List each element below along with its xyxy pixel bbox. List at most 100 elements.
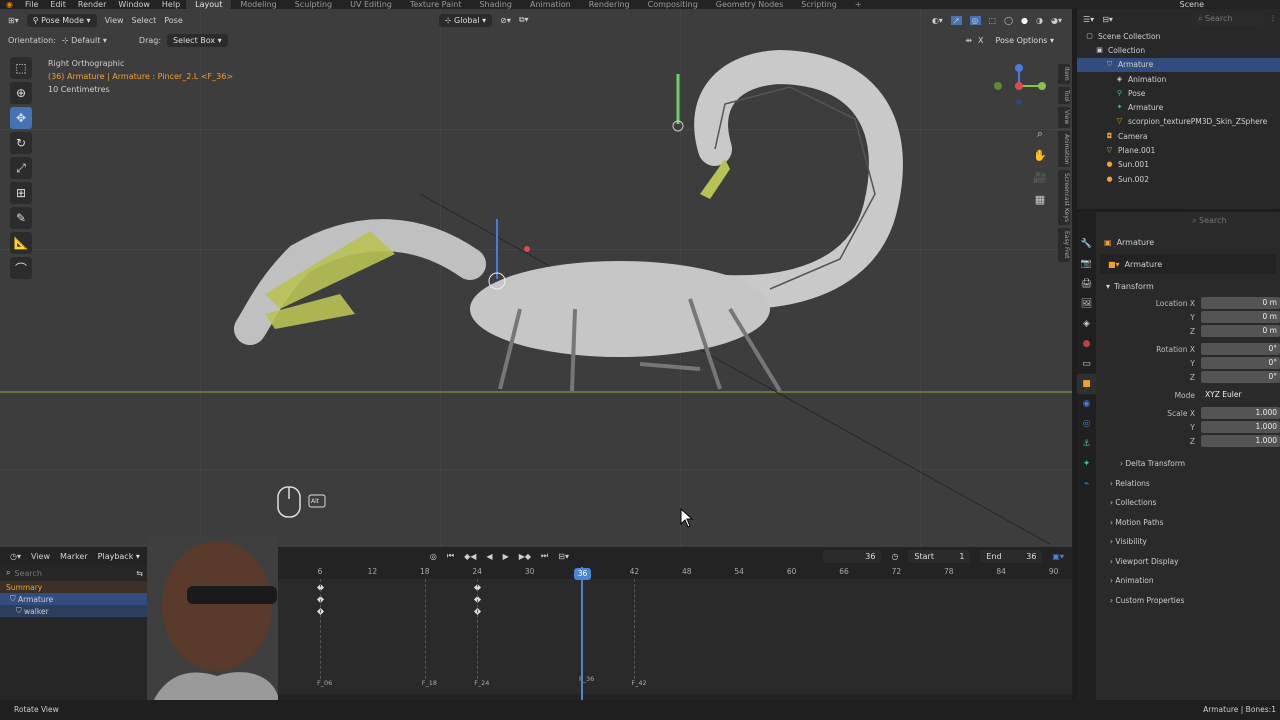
rotation-mode-dropdown[interactable]: XYZ Euler	[1201, 389, 1280, 401]
view-layer-tab-icon[interactable]: 🖼	[1077, 294, 1096, 314]
outliner-row[interactable]: ● Sun.002	[1077, 172, 1280, 186]
sidebar-tab-screencast-keys[interactable]: Screencast Keys	[1058, 170, 1070, 226]
scorpion-armature-scene[interactable]	[0, 9, 1072, 547]
jump-end-icon[interactable]: ⏭	[541, 551, 548, 561]
transform-panel-header[interactable]: ▾ Transform	[1096, 276, 1280, 296]
channel-search[interactable]: ⌕ Search ⇆	[0, 565, 147, 581]
modifier-tab-icon[interactable]: ◉	[1077, 394, 1096, 414]
playhead[interactable]	[581, 567, 583, 700]
timeline-marker[interactable]: F_18	[422, 679, 437, 687]
physics-tab-icon[interactable]: ◎	[1077, 414, 1096, 434]
outliner-row[interactable]: ▽ scorpion_texturePM3D_Skin_ZSphere	[1077, 115, 1280, 129]
outliner-row[interactable]: ⛉ Armature	[1077, 57, 1280, 72]
outliner-row[interactable]: ▢ Scene Collection	[1077, 29, 1280, 43]
workspace-tab-animation[interactable]: Animation	[521, 0, 580, 9]
workspace-tab-rendering[interactable]: Rendering	[580, 0, 639, 9]
scale-z-field[interactable]: 1.000	[1201, 435, 1280, 447]
workspace-tab-shading[interactable]: Shading	[470, 0, 521, 9]
object-name-field[interactable]: ■▾ Armature	[1100, 254, 1276, 274]
outliner-row[interactable]: ▣ Collection	[1077, 43, 1280, 57]
navigation-gizmo[interactable]	[988, 64, 1050, 126]
tool-tab-icon[interactable]: 🔧	[1077, 234, 1096, 254]
section-custom-properties[interactable]: › Custom Properties	[1096, 591, 1280, 611]
sidebar-tab-item[interactable]: Item	[1058, 64, 1070, 84]
constraint-tab-icon[interactable]: ⚓	[1077, 434, 1096, 454]
timeline-menu-playback[interactable]: Playback ▾	[98, 552, 140, 561]
data-tab-icon[interactable]: ✦	[1077, 454, 1096, 474]
display-mode-icon[interactable]: ⊟▾	[1102, 15, 1113, 24]
view-options-icon[interactable]: ▣▾	[1052, 552, 1064, 561]
outliner-search-input[interactable]: ⌕ Search	[1192, 12, 1264, 26]
timeline-ruler[interactable]: 6 12 18 24 30 36 42 48 54 60 66 72 78 84 90	[278, 567, 1072, 579]
section-relations[interactable]: › Relations	[1096, 474, 1280, 494]
location-z-field[interactable]: 0 m	[1201, 325, 1280, 337]
outliner-row[interactable]: ▽ Plane.001	[1077, 143, 1280, 157]
workspace-tab-geometry-nodes[interactable]: Geometry Nodes	[707, 0, 792, 9]
filter-icon[interactable]: ⫶	[1272, 14, 1274, 24]
zoom-icon[interactable]: ⌕	[1032, 127, 1048, 143]
section-delta-transform[interactable]: › Delta Transform	[1096, 454, 1280, 474]
timeline-menu-marker[interactable]: Marker	[60, 552, 88, 561]
workspace-tab-layout[interactable]: Layout	[186, 0, 232, 9]
section-viewport-display[interactable]: › Viewport Display	[1096, 552, 1280, 572]
auto-key-icon[interactable]: ◎	[430, 552, 437, 561]
scene-selector[interactable]: Scene	[1174, 0, 1210, 9]
perspective-grid-icon[interactable]: ▦	[1032, 193, 1048, 209]
clock-icon[interactable]: ◷	[891, 552, 898, 561]
next-keyframe-icon[interactable]: ▶◆	[519, 552, 531, 561]
workspace-tab-uv-editing[interactable]: UV Editing	[341, 0, 401, 9]
menu-file[interactable]: File	[19, 0, 44, 9]
rotation-x-field[interactable]: 0°	[1201, 343, 1280, 355]
output-tab-icon[interactable]: 🖨	[1077, 274, 1096, 294]
current-frame-field[interactable]: 36	[823, 549, 882, 563]
section-visibility[interactable]: › Visibility	[1096, 532, 1280, 552]
workspace-tab-texture-paint[interactable]: Texture Paint	[401, 0, 471, 9]
pan-hand-icon[interactable]: ✋	[1032, 149, 1048, 165]
world-tab-icon[interactable]: ●	[1077, 334, 1096, 354]
end-frame-field[interactable]: End 36	[980, 549, 1043, 563]
prev-keyframe-icon[interactable]: ◆◀	[464, 552, 476, 561]
outliner-row[interactable]: ◘ Camera	[1077, 129, 1280, 143]
render-tab-icon[interactable]: 📷	[1077, 254, 1096, 274]
play-reverse-icon[interactable]: ◀	[486, 552, 492, 561]
blender-logo-icon[interactable]: ◉	[0, 0, 19, 9]
workspace-tab-scripting[interactable]: Scripting	[792, 0, 846, 9]
timeline-marker[interactable]: F_06	[317, 679, 332, 687]
sidebar-tab-view[interactable]: View	[1058, 107, 1070, 128]
channel-walker[interactable]: ⛉ walker	[0, 605, 147, 617]
timeline-marker[interactable]: F_42	[631, 679, 646, 687]
workspace-tab-compositing[interactable]: Compositing	[639, 0, 707, 9]
location-y-field[interactable]: 0 m	[1201, 311, 1280, 323]
scene-tab-icon[interactable]: ◈	[1077, 314, 1096, 334]
object-tab-icon[interactable]: ■	[1077, 374, 1096, 394]
location-x-field[interactable]: 0 m	[1201, 297, 1280, 309]
menu-window[interactable]: Window	[112, 0, 156, 9]
bone-tab-icon[interactable]: ⌁	[1077, 474, 1096, 494]
start-frame-field[interactable]: Start 1	[908, 549, 971, 563]
menu-help[interactable]: Help	[156, 0, 186, 9]
timeline-marker[interactable]: F_24	[474, 679, 489, 687]
sidebar-tab-easy-fret[interactable]: Easy Fret	[1058, 228, 1070, 262]
outliner-editor-icon[interactable]: ☰▾	[1083, 15, 1094, 24]
sidebar-tab-animation[interactable]: Animation	[1058, 130, 1070, 168]
menu-render[interactable]: Render	[72, 0, 112, 9]
keying-set-icon[interactable]: ⊟▾	[558, 552, 569, 561]
add-workspace-icon[interactable]: +	[846, 0, 871, 9]
section-motion-paths[interactable]: › Motion Paths	[1096, 513, 1280, 533]
menu-edit[interactable]: Edit	[44, 0, 72, 9]
scale-y-field[interactable]: 1.000	[1201, 421, 1280, 433]
collection-tab-icon[interactable]: ▭	[1077, 354, 1096, 374]
timeline-keyframe-area[interactable]: F_06 F_18 F_24 F_36 F_42	[278, 579, 1072, 694]
outliner-row[interactable]: ⚲ Pose	[1077, 86, 1280, 100]
outliner-row[interactable]: ● Sun.001	[1077, 158, 1280, 172]
swap-icon[interactable]: ⇆	[136, 569, 143, 578]
workspace-tab-sculpting[interactable]: Sculpting	[286, 0, 341, 9]
channel-summary[interactable]: Summary	[0, 581, 147, 593]
sidebar-tab-tool[interactable]: Tool	[1058, 86, 1070, 105]
scale-x-field[interactable]: 1.000	[1201, 407, 1280, 419]
rotation-y-field[interactable]: 0°	[1201, 357, 1280, 369]
jump-start-icon[interactable]: ⏮	[447, 551, 454, 561]
section-animation[interactable]: › Animation	[1096, 571, 1280, 591]
outliner-row[interactable]: ✦ Armature	[1077, 100, 1280, 114]
play-icon[interactable]: ▶	[503, 552, 509, 561]
